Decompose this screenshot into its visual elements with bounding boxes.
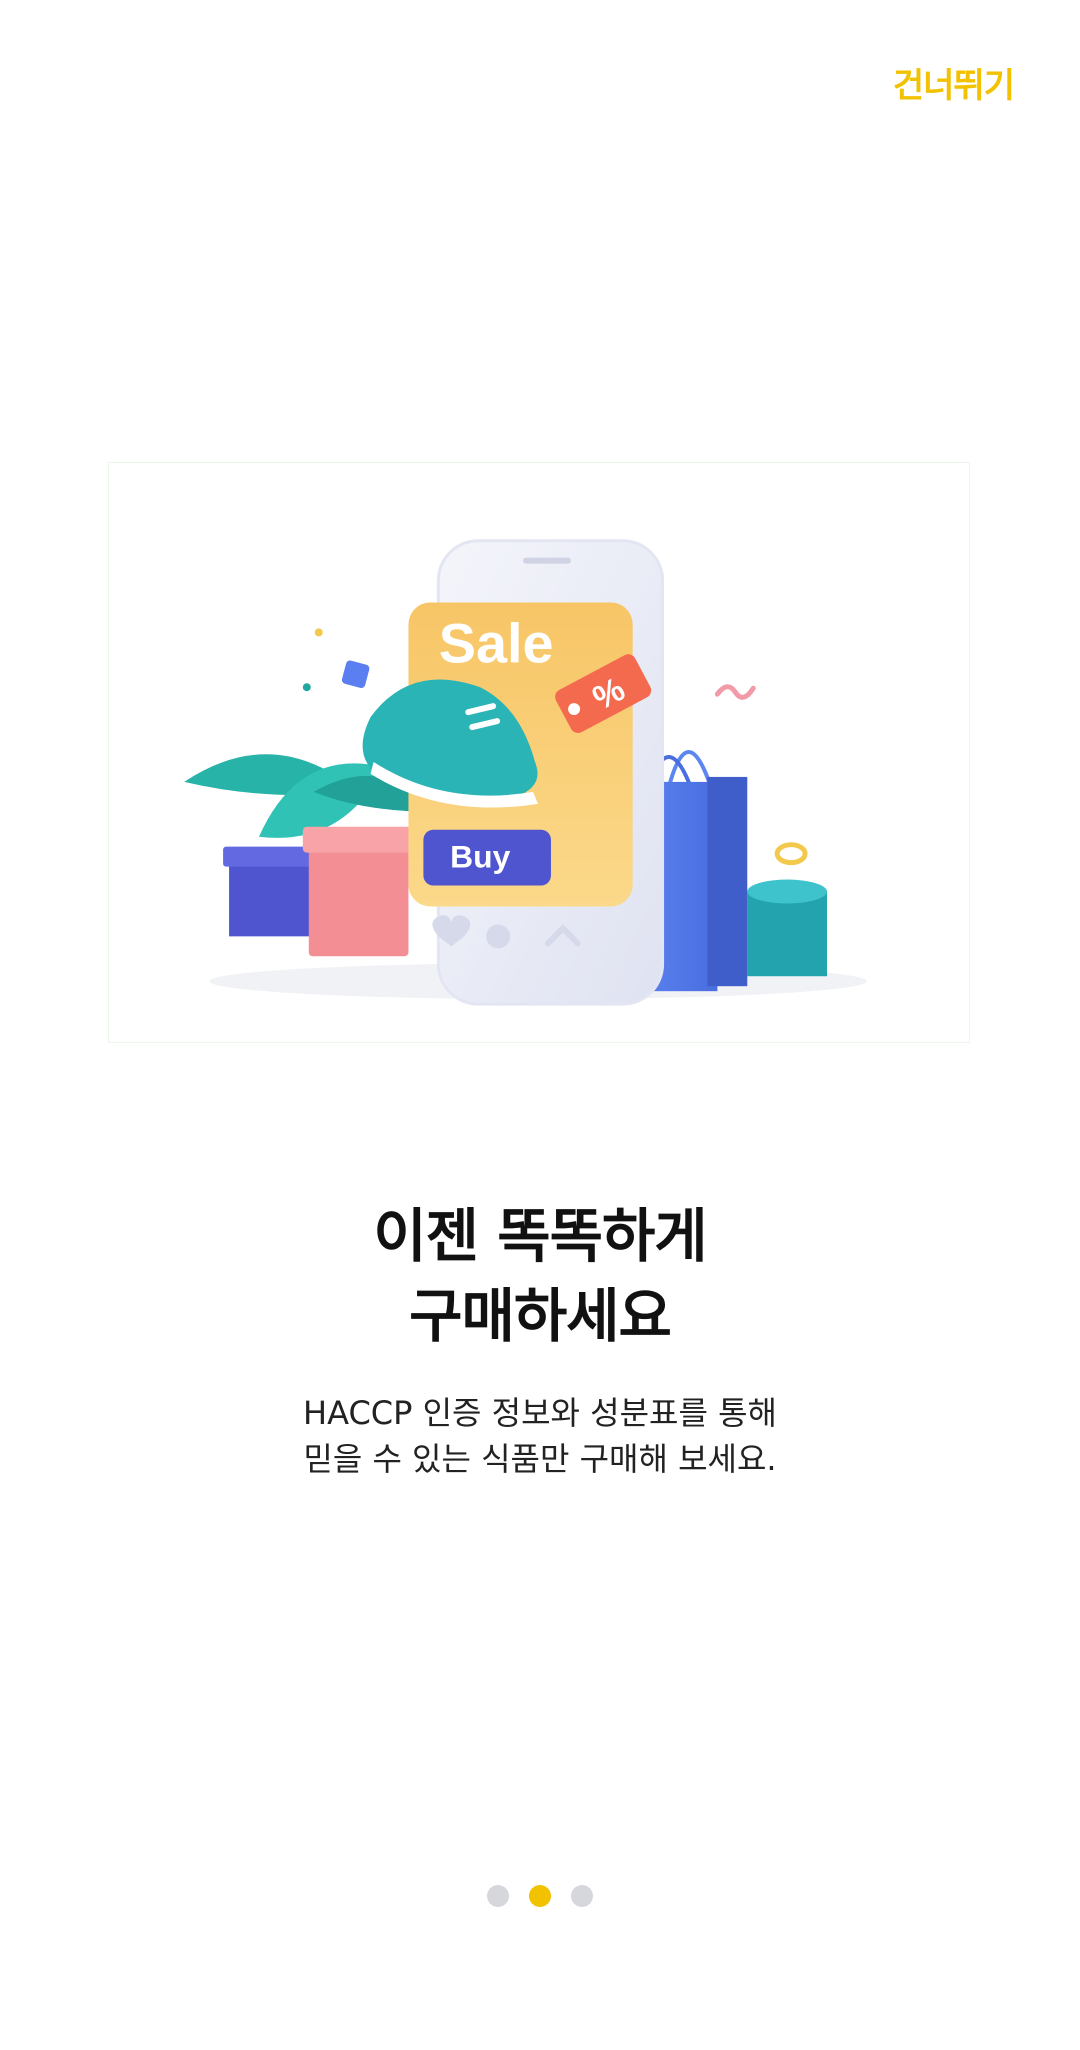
onboarding-screen: 건너뛰기 Sale Buy % 이젠 똑똑하게 구매하세요 HACCP 인증 정… (0, 0, 1080, 2050)
headline-line: 구매하세요 (409, 1282, 672, 1350)
sale-text: Sale (439, 611, 554, 674)
skip-button[interactable]: 건너뛰기 (893, 58, 1015, 107)
gift-box-lid (223, 846, 317, 867)
confetti-dot (314, 628, 323, 637)
cylinder-box (747, 891, 828, 977)
confetti-squiggle (714, 684, 756, 700)
description-line: 믿을 수 있는 식품만 구매해 보세요. (303, 1440, 777, 1478)
chat-icon (486, 924, 511, 949)
headline-line: 이젠 똑똑하게 (373, 1202, 707, 1270)
confetti-dot (302, 683, 311, 692)
shopping-illustration: Sale Buy % (184, 539, 867, 1006)
confetti-cube (341, 660, 370, 689)
gift-box-blue (229, 856, 311, 937)
description-line: HACCP 인증 정보와 성분표를 통해 (303, 1394, 777, 1432)
page-indicator (0, 1885, 1080, 1907)
buy-text: Buy (450, 839, 510, 875)
page-dot-3[interactable] (571, 1885, 593, 1907)
gift-box-lid (302, 826, 415, 853)
cylinder-top (747, 879, 828, 904)
onboarding-headline: 이젠 똑똑하게 구매하세요 (0, 1196, 1080, 1356)
shopping-bag-side (707, 776, 748, 987)
gift-box-pink (308, 841, 409, 957)
page-dot-2-active[interactable] (529, 1885, 551, 1907)
confetti-ring (774, 842, 808, 866)
page-dot-1[interactable] (487, 1885, 509, 1907)
phone-speaker (523, 557, 571, 564)
onboarding-illustration: Sale Buy % (108, 462, 970, 1043)
onboarding-description: HACCP 인증 정보와 성분표를 통해 믿을 수 있는 식품만 구매해 보세요… (0, 1390, 1080, 1482)
